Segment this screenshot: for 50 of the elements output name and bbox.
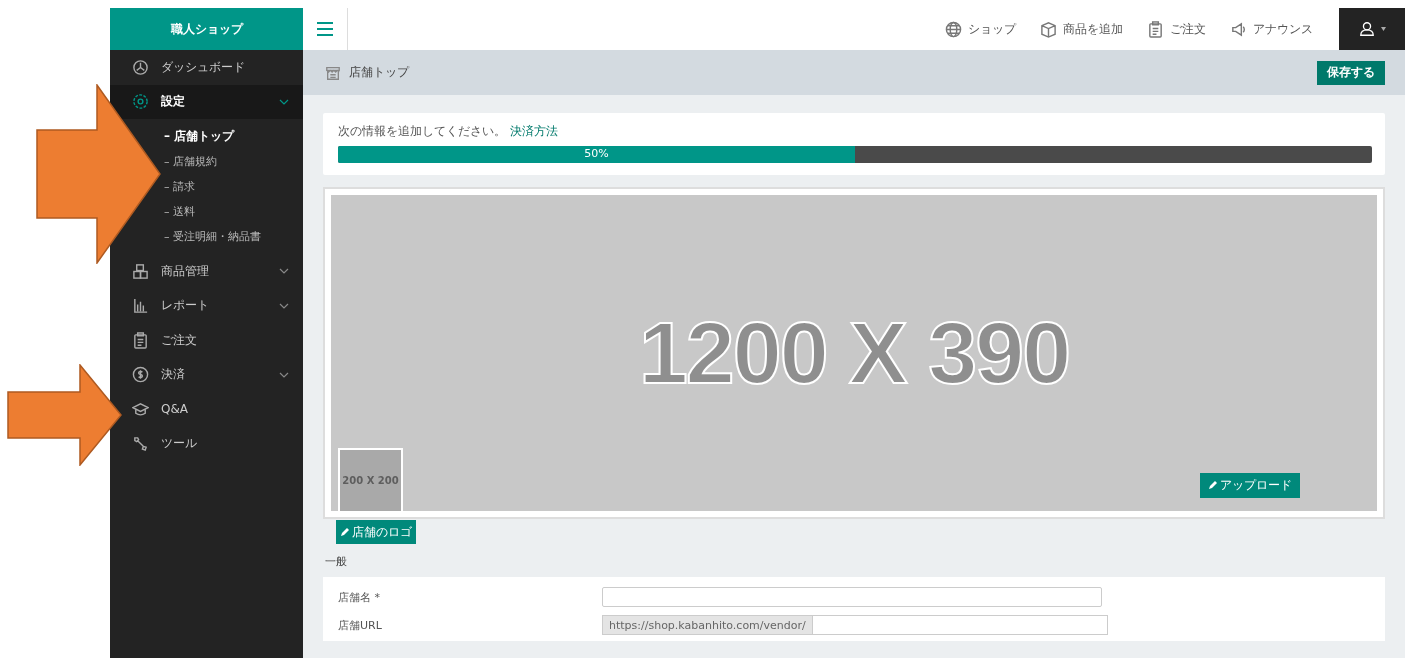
field-label: 店舗URL <box>338 617 383 633</box>
input-field[interactable] <box>602 587 1102 607</box>
topbar-link[interactable]: 商品を追加 <box>1040 20 1123 38</box>
bar-chart-icon <box>132 297 149 315</box>
sidebar-item[interactable]: ダッシュボード <box>132 50 303 85</box>
globe-icon <box>945 20 962 38</box>
dollar-coin-icon <box>132 366 149 384</box>
sidebar-item[interactable]: 決済 <box>132 357 303 392</box>
upload-button[interactable]: アップロード <box>1200 473 1300 498</box>
section-heading: 一般 <box>325 554 348 569</box>
caret-icon <box>1380 27 1386 31</box>
topbar-link[interactable]: ご注文 <box>1147 20 1206 38</box>
clipboard-icon <box>1147 20 1164 38</box>
sidebar-item[interactable]: 商品管理 <box>132 254 303 289</box>
payment-method-link[interactable]: 決済方法 <box>510 124 558 138</box>
logo-size-text: 200 X 200 <box>342 475 399 486</box>
menu-icon <box>316 22 334 36</box>
pencil-icon <box>1208 481 1217 490</box>
submenu-item[interactable]: – 店舗規約 <box>164 149 217 174</box>
user-menu-button[interactable] <box>1339 8 1405 50</box>
pencil-icon <box>340 527 349 537</box>
boxes-icon <box>132 262 149 280</box>
submenu-item[interactable]: – 請求 <box>164 174 195 199</box>
sidebar-item[interactable]: レポート <box>132 288 303 323</box>
url-field[interactable]: https://shop.kabanhito.com/vendor/ <box>602 615 1108 635</box>
topbar-link[interactable]: ショップ <box>945 20 1016 38</box>
cube-icon <box>1040 20 1057 38</box>
sidebar-item[interactable]: Q&A <box>132 392 303 427</box>
clipboard-icon <box>132 331 149 349</box>
graduation-cap-icon <box>132 400 149 418</box>
logo-button[interactable]: 店舗のロゴ <box>336 520 416 544</box>
gauge-icon <box>132 58 149 76</box>
store-icon <box>325 64 341 81</box>
shop-name[interactable]: 職人ショップ <box>110 8 303 50</box>
wrench-icon <box>132 435 149 453</box>
submenu-item[interactable]: – 送料 <box>164 199 195 224</box>
progress-reading: 50% <box>584 147 609 160</box>
sidebar-item[interactable]: ご注文 <box>132 323 303 358</box>
topbar-link[interactable]: アナウンス <box>1230 20 1313 38</box>
submenu-item[interactable]: – 受注明細・納品書 <box>164 224 261 249</box>
submenu-item[interactable]: – 店舗トップ <box>164 124 235 149</box>
page-title: 店舗トップ <box>349 64 411 81</box>
settings-icon <box>132 93 149 111</box>
banner-size-text: 1200 X 390 <box>638 302 1070 404</box>
megaphone-icon <box>1230 20 1247 38</box>
user-icon <box>1358 21 1375 37</box>
sidebar-item[interactable]: ツール <box>132 426 303 461</box>
field-label: 店舗名 * <box>338 589 381 605</box>
progress-message: 次の情報を追加してください。 決済方法 <box>338 123 559 140</box>
save-button[interactable]: 保存する <box>1317 60 1385 85</box>
